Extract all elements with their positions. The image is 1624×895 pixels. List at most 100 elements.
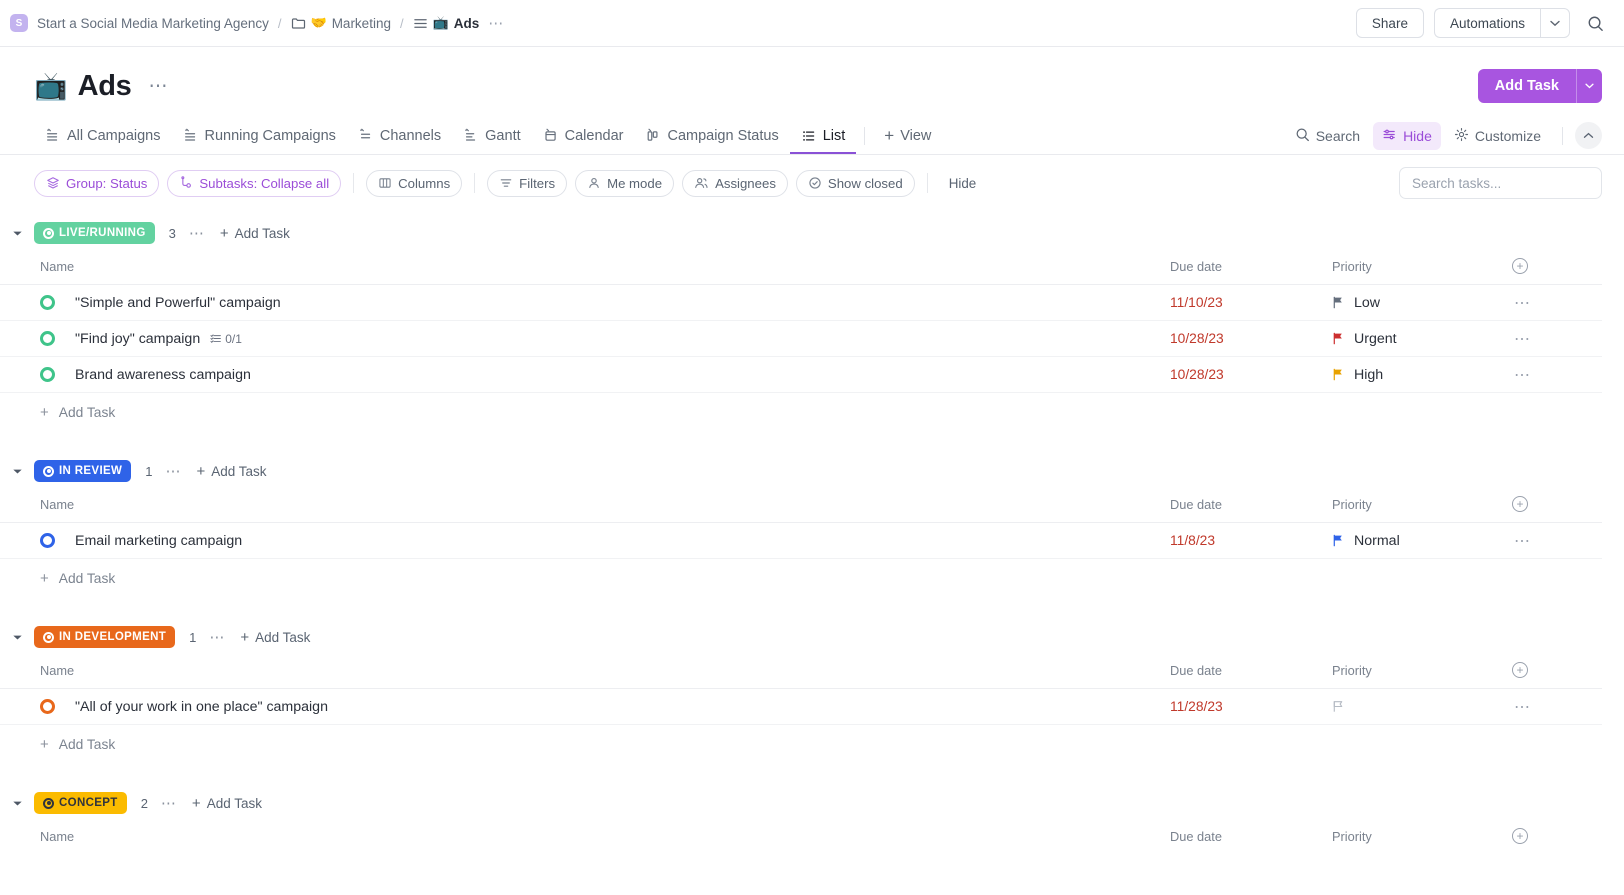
share-button[interactable]: Share — [1356, 8, 1424, 38]
hide-fields-button[interactable]: Hide — [940, 176, 986, 191]
task-priority[interactable] — [1332, 689, 1512, 725]
column-header-name[interactable]: Name — [0, 825, 1170, 851]
status-badge[interactable]: CONCEPT — [34, 792, 127, 814]
filters-chip[interactable]: Filters — [487, 170, 567, 197]
task-name-cell[interactable]: "All of your work in one place" campaign — [0, 689, 1170, 725]
task-due-date[interactable]: 11/10/23 — [1170, 285, 1332, 321]
group-collapse-caret-icon[interactable] — [8, 794, 26, 812]
tab-calendar[interactable]: Calendar — [532, 117, 635, 154]
task-name[interactable]: Email marketing campaign — [75, 533, 242, 549]
breadcrumb-overflow-icon[interactable]: ⋯ — [488, 14, 504, 32]
task-priority[interactable]: Urgent — [1332, 321, 1512, 357]
column-header-due-date[interactable]: Due date — [1170, 493, 1332, 523]
task-row-options[interactable]: ⋯ — [1512, 321, 1602, 357]
breadcrumb-folder-label[interactable]: Marketing — [332, 16, 391, 31]
tab-gantt[interactable]: Gantt — [452, 117, 531, 154]
add-column-button[interactable]: + — [1512, 825, 1602, 851]
group-options-icon[interactable]: ⋯ — [209, 628, 225, 646]
column-header-name[interactable]: Name — [0, 255, 1170, 285]
task-status-dot[interactable] — [40, 699, 55, 714]
task-status-dot[interactable] — [40, 295, 55, 310]
column-header-priority[interactable]: Priority — [1332, 255, 1512, 285]
breadcrumb-list-label[interactable]: Ads — [454, 16, 480, 31]
task-name-cell[interactable]: "Simple and Powerful" campaign — [0, 285, 1170, 321]
add-column-button[interactable]: + — [1512, 255, 1602, 285]
tab-campaign-status[interactable]: Campaign Status — [634, 117, 789, 154]
group-collapse-caret-icon[interactable] — [8, 628, 26, 646]
task-priority[interactable]: High — [1332, 357, 1512, 393]
customize-button[interactable]: Customize — [1445, 122, 1550, 150]
automations-button[interactable]: Automations — [1434, 8, 1540, 38]
group-add-task-button[interactable]: +Add Task — [192, 796, 262, 811]
task-due-date[interactable]: 11/28/23 — [1170, 689, 1332, 725]
column-header-name[interactable]: Name — [0, 659, 1170, 689]
column-header-name[interactable]: Name — [0, 493, 1170, 523]
status-badge[interactable]: IN DEVELOPMENT — [34, 626, 175, 648]
me-mode-chip[interactable]: Me mode — [575, 170, 674, 197]
table-row[interactable]: Email marketing campaign 11/8/23Normal⋯ — [0, 523, 1602, 559]
column-header-due-date[interactable]: Due date — [1170, 825, 1332, 851]
task-name[interactable]: Brand awareness campaign — [75, 367, 251, 383]
automations-chevron-down-icon[interactable] — [1540, 8, 1570, 38]
task-status-dot[interactable] — [40, 331, 55, 346]
tab-channels[interactable]: Channels — [347, 117, 452, 154]
add-task-row[interactable]: +Add Task — [0, 725, 1602, 764]
table-row[interactable]: "Simple and Powerful" campaign 11/10/23Lo… — [0, 285, 1602, 321]
collapse-header-button[interactable] — [1575, 122, 1602, 149]
group-options-icon[interactable]: ⋯ — [189, 224, 205, 242]
task-name[interactable]: "All of your work in one place" campaign — [75, 699, 328, 715]
group-add-task-button[interactable]: +Add Task — [240, 630, 310, 645]
tab-running-campaigns[interactable]: Running Campaigns — [172, 117, 347, 154]
task-row-options[interactable]: ⋯ — [1512, 523, 1602, 559]
add-column-button[interactable]: + — [1512, 493, 1602, 523]
task-row-options[interactable]: ⋯ — [1512, 285, 1602, 321]
column-header-due-date[interactable]: Due date — [1170, 659, 1332, 689]
add-column-button[interactable]: + — [1512, 659, 1602, 689]
table-row[interactable]: "All of your work in one place" campaign… — [0, 689, 1602, 725]
show-closed-chip[interactable]: Show closed — [796, 170, 915, 197]
add-view-button[interactable]: + View — [873, 127, 942, 144]
table-row[interactable]: Brand awareness campaign 10/28/23High⋯ — [0, 357, 1602, 393]
breadcrumb-workspace[interactable]: Start a Social Media Marketing Agency — [37, 16, 269, 31]
group-by-chip[interactable]: Group: Status — [34, 170, 159, 197]
search-tasks-input[interactable] — [1399, 167, 1602, 199]
add-task-button[interactable]: Add Task — [1478, 69, 1576, 103]
add-task-chevron-down-icon[interactable] — [1576, 69, 1602, 103]
hide-button[interactable]: Hide — [1373, 122, 1441, 150]
column-header-due-date[interactable]: Due date — [1170, 255, 1332, 285]
task-list-scroll-area[interactable]: LIVE/RUNNING3⋯+Add TaskNameDue datePrior… — [0, 211, 1624, 851]
group-options-icon[interactable]: ⋯ — [161, 794, 177, 812]
add-task-row[interactable]: +Add Task — [0, 393, 1602, 432]
group-collapse-caret-icon[interactable] — [8, 462, 26, 480]
task-due-date[interactable]: 11/8/23 — [1170, 523, 1332, 559]
task-priority[interactable]: Low — [1332, 285, 1512, 321]
table-row[interactable]: "Find joy" campaign0/110/28/23Urgent⋯ — [0, 321, 1602, 357]
task-row-options[interactable]: ⋯ — [1512, 357, 1602, 393]
task-name-cell[interactable]: Email marketing campaign — [0, 523, 1170, 559]
breadcrumb-folder[interactable]: 🤝 Marketing — [291, 15, 391, 31]
task-status-dot[interactable] — [40, 367, 55, 382]
tab-list[interactable]: List — [790, 117, 857, 154]
column-header-priority[interactable]: Priority — [1332, 825, 1512, 851]
columns-chip[interactable]: Columns — [366, 170, 462, 197]
task-priority[interactable]: Normal — [1332, 523, 1512, 559]
search-button[interactable]: Search — [1286, 122, 1369, 150]
assignees-chip[interactable]: Assignees — [682, 170, 788, 197]
task-name-cell[interactable]: Brand awareness campaign — [0, 357, 1170, 393]
task-name[interactable]: "Find joy" campaign — [75, 331, 200, 347]
breadcrumb-list[interactable]: 📺 Ads — [413, 15, 480, 31]
group-add-task-button[interactable]: +Add Task — [220, 226, 290, 241]
page-options-icon[interactable]: ⋯ — [149, 75, 170, 98]
task-status-dot[interactable] — [40, 533, 55, 548]
search-icon[interactable] — [1580, 8, 1610, 38]
task-due-date[interactable]: 10/28/23 — [1170, 357, 1332, 393]
task-due-date[interactable]: 10/28/23 — [1170, 321, 1332, 357]
column-header-priority[interactable]: Priority — [1332, 659, 1512, 689]
task-name-cell[interactable]: "Find joy" campaign0/1 — [0, 321, 1170, 357]
column-header-priority[interactable]: Priority — [1332, 493, 1512, 523]
task-name[interactable]: "Simple and Powerful" campaign — [75, 295, 281, 311]
group-collapse-caret-icon[interactable] — [8, 224, 26, 242]
status-badge[interactable]: LIVE/RUNNING — [34, 222, 155, 244]
status-badge[interactable]: IN REVIEW — [34, 460, 131, 482]
group-options-icon[interactable]: ⋯ — [165, 462, 181, 480]
